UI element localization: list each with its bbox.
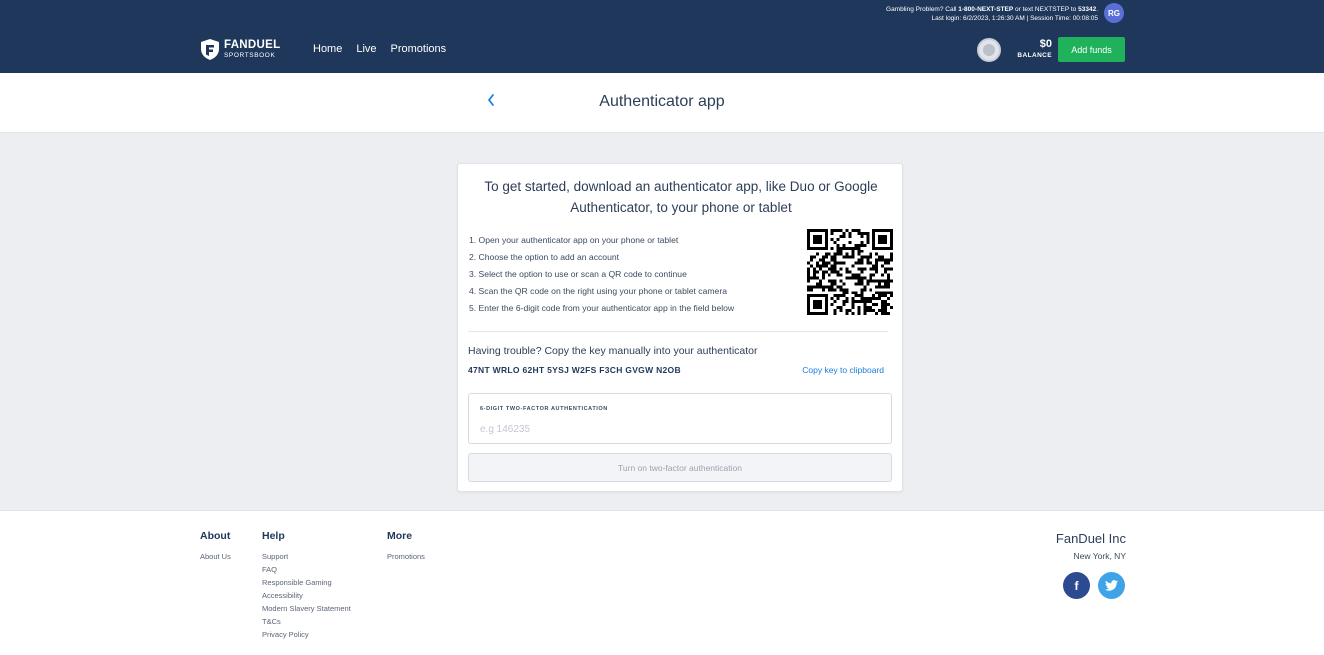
balance-amount: $0 — [1039, 38, 1052, 50]
secret-key: 47NT WRLO 62HT 5YSJ W2FS F3CH GVGW N2OB — [468, 365, 681, 375]
footer: About About Us Help Support FAQ Responsi… — [0, 510, 1324, 655]
footer-link-faq[interactable]: FAQ — [262, 563, 351, 576]
company-location: New York, NY — [1073, 551, 1126, 561]
footer-help: Help Support FAQ Responsible Gaming Acce… — [262, 530, 351, 641]
nav-home[interactable]: Home — [313, 43, 342, 55]
footer-link-accessibility[interactable]: Accessibility — [262, 589, 351, 602]
add-funds-button[interactable]: Add funds — [1058, 37, 1125, 62]
qr-code — [807, 229, 893, 315]
copy-key-link[interactable]: Copy key to clipboard — [802, 365, 884, 375]
footer-more: More Promotions — [387, 530, 425, 563]
footer-link-modern-slavery[interactable]: Modern Slavery Statement — [262, 602, 351, 615]
logo-wordmark: FANDUEL — [224, 39, 281, 51]
chevron-left-icon — [488, 94, 494, 106]
fanduel-logo[interactable]: FANDUEL SPORTSBOOK — [200, 39, 280, 60]
company-info: FanDuel Inc New York, NY — [1056, 531, 1126, 561]
authenticator-setup-card: To get started, download an authenticato… — [457, 163, 903, 492]
footer-link-privacy[interactable]: Privacy Policy — [262, 628, 351, 641]
account-avatar[interactable] — [977, 38, 1001, 62]
code-field-label: 6-DIGIT TWO-FACTOR AUTHENTICATION — [480, 406, 608, 412]
setup-step: 5. Enter the 6-digit code from your auth… — [469, 303, 735, 313]
twitter-bird-icon — [1105, 580, 1118, 591]
setup-steps-list: 1. Open your authenticator app on your p… — [469, 232, 799, 317]
user-initials-badge[interactable]: RG — [1104, 3, 1124, 23]
shield-logo-icon — [201, 39, 219, 60]
setup-intro-text: To get started, download an authenticato… — [484, 179, 878, 215]
page-title: Authenticator app — [599, 93, 725, 110]
footer-link-support[interactable]: Support — [262, 550, 351, 563]
session-info: Last login: 6/2/2023, 1:26:30 AM | Sessi… — [931, 15, 1098, 22]
setup-step: 1. Open your authenticator app on your p… — [469, 235, 679, 245]
nav-promotions[interactable]: Promotions — [391, 43, 447, 55]
turn-on-2fa-button[interactable]: Turn on two-factor authentication — [468, 453, 892, 482]
divider — [468, 331, 888, 332]
responsible-gambling-notice: Gambling Problem? Call 1-800-NEXT-STEP o… — [886, 5, 1098, 23]
manual-key-instructions: Having trouble? Copy the key manually in… — [468, 345, 758, 357]
footer-heading-about: About — [200, 530, 231, 542]
top-header: Gambling Problem? Call 1-800-NEXT-STEP o… — [0, 0, 1324, 73]
footer-heading-help: Help — [262, 530, 285, 542]
footer-link-responsible-gaming[interactable]: Responsible Gaming — [262, 576, 351, 589]
page-title-bar: Authenticator app — [0, 73, 1324, 133]
balance-label: BALANCE — [1017, 52, 1052, 59]
footer-about: About About Us — [200, 530, 231, 563]
main-nav: Home Live Promotions — [313, 43, 446, 55]
balance-display[interactable]: $0 BALANCE — [1017, 38, 1052, 59]
footer-heading-more: More — [387, 530, 413, 542]
footer-link-terms[interactable]: T&Cs — [262, 615, 351, 628]
setup-step: 3. Select the option to use or scan a QR… — [469, 269, 687, 279]
company-name: FanDuel Inc — [1055, 531, 1126, 546]
setup-step: 4. Scan the QR code on the right using y… — [469, 286, 727, 296]
setup-step: 2. Choose the option to add an account — [469, 252, 620, 262]
two-factor-code-field[interactable]: 6-DIGIT TWO-FACTOR AUTHENTICATION — [468, 393, 892, 444]
footer-link-promotions[interactable]: Promotions — [387, 550, 425, 563]
gambling-helpline: Gambling Problem? Call 1-800-NEXT-STEP o… — [886, 6, 1098, 13]
logo-subtitle: SPORTSBOOK — [224, 51, 276, 59]
footer-link-about-us[interactable]: About Us — [200, 550, 231, 563]
nav-live[interactable]: Live — [356, 43, 376, 55]
facebook-icon[interactable]: f — [1063, 572, 1090, 599]
code-input[interactable] — [480, 420, 880, 438]
twitter-icon[interactable] — [1098, 572, 1125, 599]
back-button[interactable] — [484, 93, 498, 111]
